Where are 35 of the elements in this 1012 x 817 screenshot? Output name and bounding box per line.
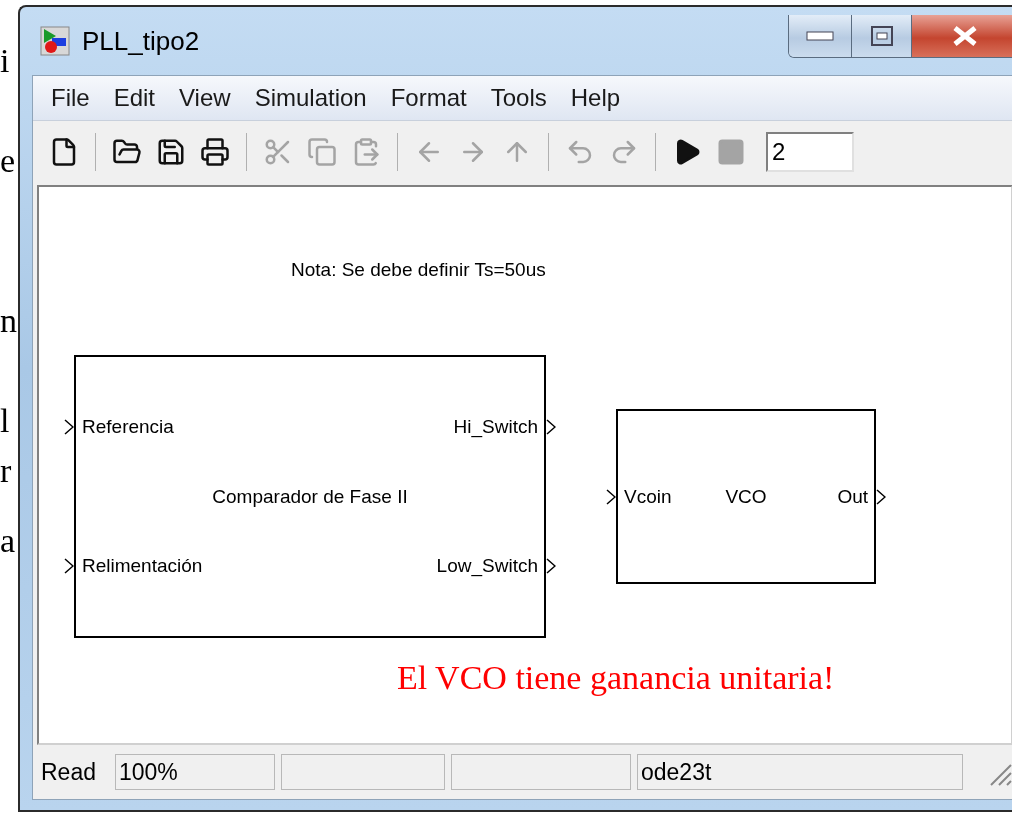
document-text: i — [0, 41, 11, 81]
port-label: Low_Switch — [436, 555, 538, 578]
status-text: Read — [40, 757, 97, 787]
app-icon — [40, 26, 70, 56]
window-title: PLL_tipo2 — [82, 25, 200, 57]
menu-item[interactable]: Help — [558, 82, 633, 114]
block-title: VCO — [725, 485, 767, 508]
document-text: e — [0, 141, 17, 181]
zoom-text: 100% — [115, 754, 275, 790]
menu-item[interactable]: Format — [378, 82, 479, 114]
menu-item[interactable]: Tools — [478, 82, 559, 114]
maximize-button[interactable] — [851, 15, 911, 57]
port-label: Vcoin — [624, 485, 672, 508]
document-text: l — [0, 401, 11, 441]
annotation-text: Nota: Se debe definir Ts=50us — [291, 259, 546, 281]
printer-icon[interactable] — [198, 135, 232, 169]
port-label: Relimentación — [82, 555, 203, 578]
minimize-icon — [806, 31, 834, 41]
menu-item[interactable]: Edit — [101, 82, 168, 114]
port-label: Hi_Switch — [453, 415, 538, 438]
document-text: n — [0, 301, 18, 341]
maximize-icon — [869, 25, 894, 47]
menu-item[interactable]: Simulation — [242, 82, 379, 114]
block-title: Comparador de Fase II — [212, 485, 408, 508]
document-text: r — [0, 451, 13, 491]
comment-text: El VCO tiene ganancia unitaria! — [397, 659, 835, 697]
document-text: a — [0, 521, 17, 561]
close-button[interactable] — [911, 15, 1012, 57]
port-label: Referencia — [82, 415, 174, 438]
menu-item[interactable]: View — [167, 82, 243, 114]
stop-time-field[interactable]: 2 — [766, 132, 854, 172]
solver-text: ode23t — [637, 754, 963, 790]
menu-item[interactable]: File — [39, 82, 102, 114]
minimize-button[interactable] — [789, 15, 851, 57]
port-label: Out — [837, 485, 868, 508]
